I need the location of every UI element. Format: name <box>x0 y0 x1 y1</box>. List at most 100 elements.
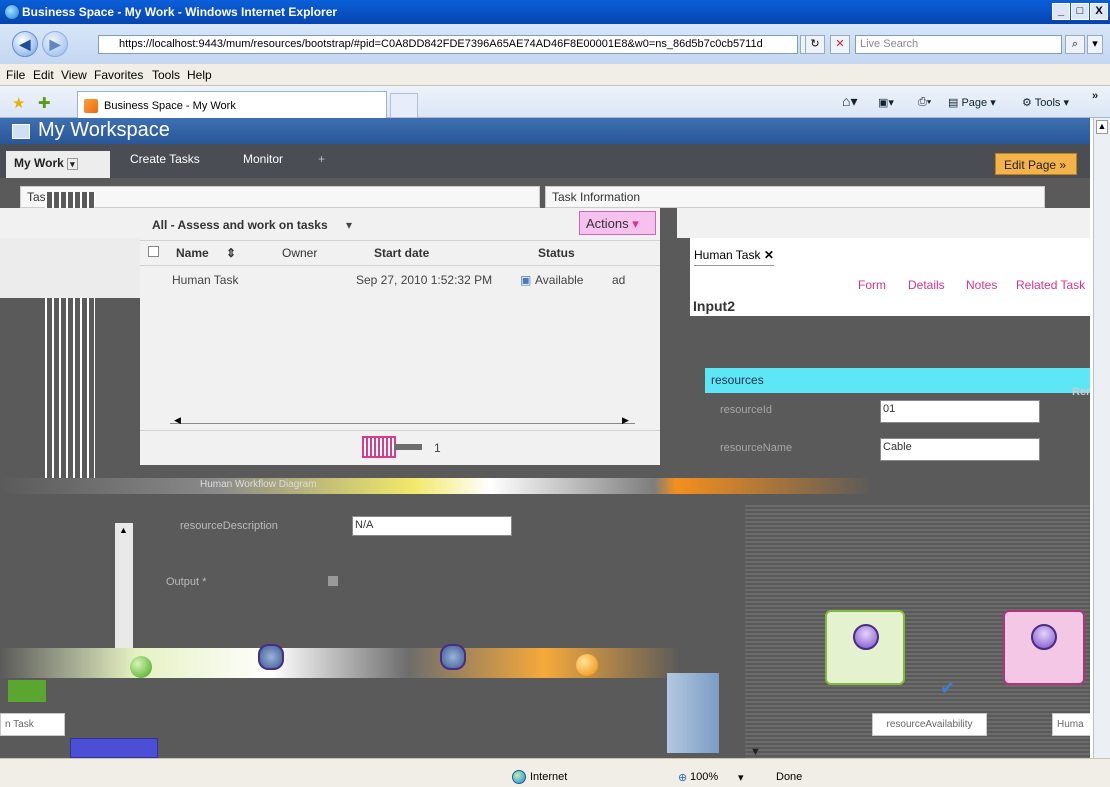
link-details[interactable]: Details <box>908 278 945 292</box>
forward-button[interactable]: ▶ <box>42 31 68 57</box>
menu-file[interactable]: File <box>6 68 25 82</box>
stop-icon[interactable]: ✕ <box>830 35 850 54</box>
scroll-up-icon[interactable]: ▲ <box>119 525 128 535</box>
favorites-star-icon[interactable]: ★ <box>12 94 25 112</box>
filter-dropdown-icon[interactable]: ▾ <box>346 218 352 232</box>
search-input[interactable]: Live Search <box>855 35 1062 54</box>
tools-menu-button[interactable]: ⚙ Tools ▾ <box>1022 96 1069 109</box>
zone-label: Internet <box>530 771 568 783</box>
tasks-list-panel: All - Assess and work on tasks ▾ Name ⇕ … <box>140 208 660 465</box>
menu-view[interactable]: View <box>61 68 87 82</box>
task-row-name[interactable]: Human Task <box>172 273 238 287</box>
zoom-level[interactable]: 100% <box>690 771 718 783</box>
add-page-icon[interactable]: + <box>318 152 325 166</box>
resource-description-field[interactable]: N/A <box>352 516 512 536</box>
human-task-tab[interactable]: Human Task ✕ <box>694 248 774 266</box>
workflow-overview-box[interactable] <box>70 738 158 758</box>
resource-id-field[interactable]: 01 <box>880 400 1040 423</box>
window-titlebar: Business Space - My Work - Windows Inter… <box>0 0 1110 24</box>
task-filter-label[interactable]: All - Assess and work on tasks <box>152 218 328 232</box>
resource-name-field[interactable]: Cable <box>880 438 1040 461</box>
address-input[interactable]: https://localhost:9443/mum/resources/boo… <box>98 35 798 54</box>
page-menu-button[interactable]: ▤ Page ▾ <box>948 96 996 109</box>
task-info-toolbar <box>677 208 1090 238</box>
task-info-widget-header: Task Information <box>545 186 1045 208</box>
zoom-dropdown-icon[interactable]: ▾ <box>738 771 744 784</box>
chevron-down-icon[interactable]: ▾ <box>67 158 78 170</box>
remove-link[interactable]: Remo <box>1072 386 1090 398</box>
divider <box>140 265 660 266</box>
back-button[interactable]: ◀ <box>12 31 38 57</box>
scroll-left-icon[interactable]: ◀ <box>174 415 181 426</box>
menu-help[interactable]: Help <box>187 68 212 82</box>
resource-name-label: resourceName <box>720 442 793 454</box>
resource-id-label: resourceId <box>720 404 772 416</box>
column-owner[interactable]: Owner <box>282 246 317 260</box>
workspace-icon <box>12 124 30 139</box>
link-notes[interactable]: Notes <box>966 278 997 292</box>
link-form[interactable]: Form <box>858 278 886 292</box>
scroll-up-button[interactable]: ▲ <box>1096 120 1108 134</box>
ie-logo-icon <box>4 4 20 20</box>
edit-page-button[interactable]: Edit Page » <box>995 153 1077 175</box>
close-tab-icon[interactable]: ✕ <box>764 248 774 262</box>
actions-label: Actions <box>586 216 629 231</box>
tab-create-tasks[interactable]: Create Tasks <box>130 152 200 166</box>
menu-edit[interactable]: Edit <box>33 68 54 82</box>
render-artifact: Human Workflow Diagram <box>0 478 1090 494</box>
workflow-node-green[interactable] <box>825 610 905 685</box>
link-related-task[interactable]: Related Task <box>1016 278 1085 292</box>
zoom-icon[interactable]: ⊕ <box>678 771 687 784</box>
column-name[interactable]: Name <box>176 246 209 260</box>
window-title: Business Space - My Work - Windows Inter… <box>22 5 338 19</box>
search-icon[interactable]: ⌕ <box>1065 35 1085 54</box>
scroll-down-icon[interactable]: ▼ <box>750 746 761 758</box>
load-status: Done <box>776 771 803 783</box>
page-scrollbar[interactable]: ▲ <box>1093 118 1110 758</box>
print-icon[interactable]: ⎙▾ <box>918 96 931 109</box>
minimize-button[interactable]: _ <box>1052 3 1070 20</box>
pager-slider[interactable] <box>394 444 422 450</box>
sort-icon[interactable]: ⇕ <box>226 246 236 260</box>
user-icon <box>258 644 284 670</box>
refresh-icon[interactable]: ↻ <box>805 35 825 54</box>
toolbar-overflow-button[interactable]: » <box>1092 90 1098 102</box>
user-icon <box>440 644 466 670</box>
output-label: Output * <box>166 576 207 588</box>
add-favorite-icon[interactable]: ✚ <box>38 94 51 112</box>
column-start-date[interactable]: Start date <box>374 246 429 260</box>
scroll-right-icon[interactable]: ▶ <box>622 415 629 426</box>
page-number: 1 <box>434 441 441 455</box>
menu-favorites[interactable]: Favorites <box>94 68 143 82</box>
close-window-button[interactable]: X <box>1090 3 1108 20</box>
pager-control[interactable] <box>362 436 396 458</box>
resources-section-header[interactable]: resources Ad <box>705 368 1090 393</box>
output-toggle[interactable] <box>328 576 338 586</box>
actions-button[interactable]: Actions ▾ <box>579 211 656 235</box>
available-icon: ▣ <box>520 273 532 287</box>
render-artifact <box>8 680 46 702</box>
browser-tab[interactable]: Business Space - My Work <box>77 91 387 118</box>
task-row-start: Sep 27, 2010 1:52:32 PM <box>356 273 493 287</box>
horizontal-scrollbar[interactable] <box>170 423 635 429</box>
task-info-title: Task Information <box>552 190 641 204</box>
browser-tab-title: Business Space - My Work <box>104 100 236 112</box>
feeds-icon[interactable]: ▣▾ <box>878 96 894 109</box>
search-options-button[interactable]: ▾ <box>1087 35 1103 54</box>
tab-monitor[interactable]: Monitor <box>243 152 283 166</box>
tab-my-work[interactable]: My Work ▾ <box>6 151 110 178</box>
vertical-scrollbar[interactable]: ▲ <box>115 523 133 653</box>
resource-description-label: resourceDescription <box>180 520 278 532</box>
task-row-extra: ad <box>612 273 626 287</box>
page-menu-label: Page <box>961 97 988 109</box>
column-status[interactable]: Status <box>538 246 575 260</box>
select-all-checkbox[interactable] <box>148 246 159 257</box>
home-icon[interactable]: ⌂▾ <box>842 93 857 110</box>
maximize-button[interactable]: □ <box>1071 3 1089 20</box>
task-row-status: Available <box>535 273 584 287</box>
end-event-icon <box>576 654 598 676</box>
menu-tools[interactable]: Tools <box>152 68 180 82</box>
workflow-node-pink[interactable] <box>1003 610 1085 685</box>
workflow-label-human: Huma <box>1052 713 1090 736</box>
new-tab-button[interactable] <box>390 93 418 118</box>
